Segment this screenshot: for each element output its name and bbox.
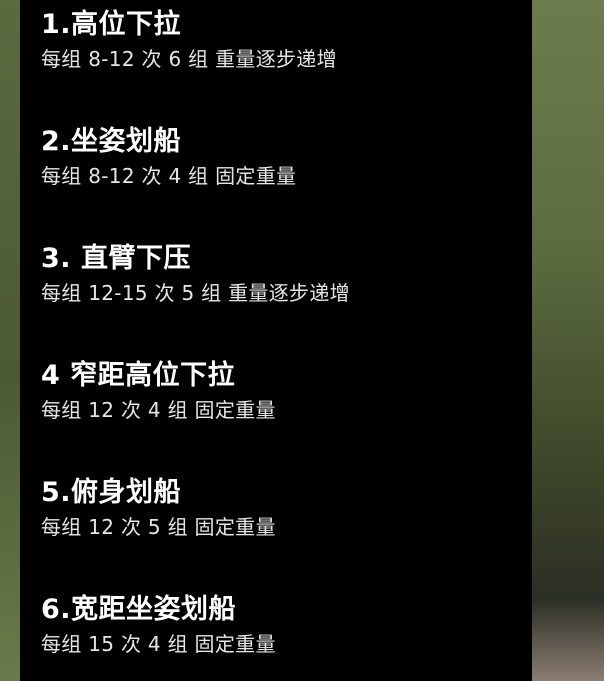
exercise-detail: 每组 12 次 5 组 固定重量 [41,515,276,539]
list-item: 1.高位下拉 每组 8-12 次 6 组 重量逐步递增 [41,8,521,72]
exercise-detail: 每组 12 次 4 组 固定重量 [41,398,276,422]
exercise-detail: 每组 12-15 次 5 组 重量逐步递增 [41,281,350,305]
exercise-title: 5.俯身划船 [41,477,182,508]
exercise-title: 1.高位下拉 [41,9,182,40]
list-item: 5.俯身划船 每组 12 次 5 组 固定重量 [41,476,521,540]
exercise-detail: 每组 8-12 次 4 组 固定重量 [41,164,297,188]
exercise-title: 6.宽距坐姿划船 [41,594,237,625]
exercise-title: 3. 直臂下压 [41,243,191,274]
exercise-detail: 每组 8-12 次 6 组 重量逐步递增 [41,47,337,71]
workout-list-panel: 1.高位下拉 每组 8-12 次 6 组 重量逐步递增 2.坐姿划船 每组 8-… [20,0,532,681]
exercise-title: 4 窄距高位下拉 [41,360,236,391]
list-item: 4 窄距高位下拉 每组 12 次 4 组 固定重量 [41,359,521,423]
list-item: 3. 直臂下压 每组 12-15 次 5 组 重量逐步递增 [41,242,521,306]
exercise-title: 2.坐姿划船 [41,126,182,157]
list-item: 6.宽距坐姿划船 每组 15 次 4 组 固定重量 [41,593,521,657]
blurred-background-left [0,0,20,681]
list-item: 2.坐姿划船 每组 8-12 次 4 组 固定重量 [41,125,521,189]
exercise-detail: 每组 15 次 4 组 固定重量 [41,632,276,656]
blurred-background-right [532,0,604,681]
